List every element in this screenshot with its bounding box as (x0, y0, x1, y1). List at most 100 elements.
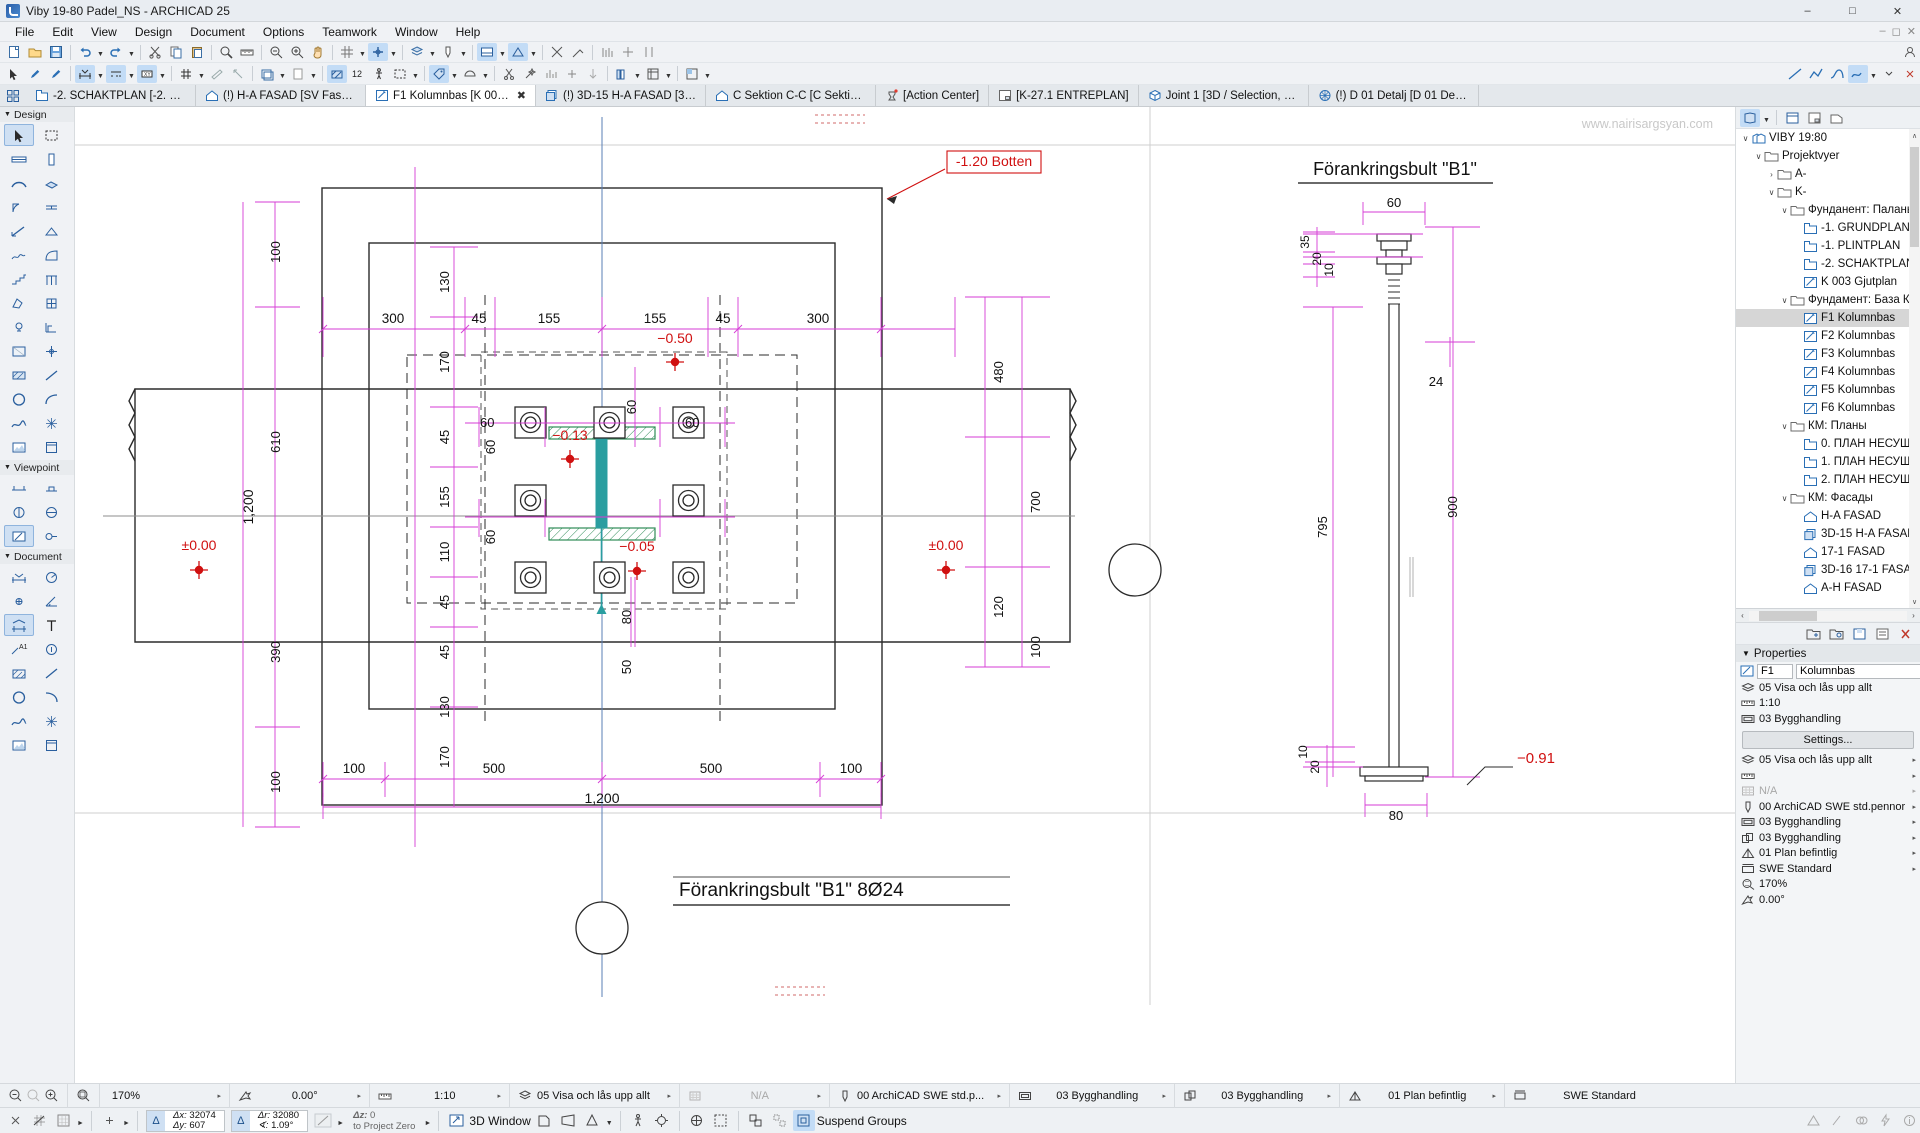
object-tool[interactable] (36, 292, 66, 314)
property-row[interactable]: ▸ (1736, 768, 1920, 784)
property-row[interactable]: 170% (1736, 877, 1920, 893)
chevron-down-icon[interactable]: ∨ (1740, 134, 1751, 143)
tree-item[interactable]: 3D-15 H-A FASAD (1736, 525, 1920, 543)
chart-icon[interactable] (541, 65, 561, 83)
renovation-dropdown-arrow[interactable]: ▼ (529, 43, 538, 61)
property-arrow[interactable]: ▸ (1912, 865, 1916, 873)
tree-item[interactable]: H-A FASAD (1736, 507, 1920, 525)
pen-set-toolbar-icon[interactable] (438, 43, 458, 61)
tree-item[interactable]: A-H FASAD (1736, 579, 1920, 597)
person-scale-icon[interactable] (369, 65, 389, 83)
trim-icon[interactable] (547, 43, 567, 61)
tree-item[interactable]: 2. ПЛАН НЕСУЩИ (1736, 471, 1920, 489)
offset-icon[interactable] (639, 43, 659, 61)
property-row[interactable]: 05 Visa och lås upp allt ▸ (1736, 753, 1920, 769)
label-dropdown-arrow[interactable]: ▼ (450, 65, 459, 83)
menu-help[interactable]: Help (447, 23, 490, 41)
door-tool[interactable] (4, 196, 34, 218)
property-row[interactable]: 1:10 (1736, 696, 1920, 712)
property-arrow[interactable]: ▸ (1912, 849, 1916, 857)
menu-design[interactable]: Design (126, 23, 181, 41)
layer-combination-segment[interactable]: 05 Visa och lås upp allt ▸ (510, 1083, 680, 1108)
circle-tool[interactable] (4, 388, 34, 410)
publisher-icon[interactable] (1826, 109, 1846, 127)
property-row[interactable]: 00 ArchiCAD SWE std.pennor (... ▸ (1736, 799, 1920, 815)
elevation-tool[interactable] (36, 477, 66, 499)
layer-dropdown-arrow[interactable]: ▼ (428, 43, 437, 61)
tree-item[interactable]: 0. ПЛАН НЕСУЩИ (1736, 435, 1920, 453)
elevation-mode-icon[interactable] (312, 1110, 334, 1131)
level-dim-dropdown-arrow[interactable]: ▼ (127, 65, 136, 83)
tree-item[interactable]: F5 Kolumnbas (1736, 381, 1920, 399)
hatch-tool[interactable] (4, 662, 34, 684)
menu-document[interactable]: Document (181, 23, 254, 41)
property-arrow[interactable]: ▸ (1912, 818, 1916, 826)
tab-k271-entreplan[interactable]: [K-27.1 ENTRÉPLAN] (989, 85, 1139, 106)
property-row[interactable]: SWE Standard ▸ (1736, 861, 1920, 877)
library-icon[interactable] (612, 65, 632, 83)
group-icon[interactable] (745, 1110, 767, 1131)
redo-dropdown-arrow[interactable]: ▼ (127, 43, 136, 61)
delete-view-icon[interactable] (1895, 625, 1915, 643)
close-button[interactable]: ✕ (1875, 0, 1920, 22)
palette-header-document[interactable]: ▼ Document (0, 549, 74, 564)
suspend-groups-label[interactable]: Suspend Groups (817, 1114, 907, 1128)
drawing-canvas[interactable]: www.nairisargsyan.com 300 45 155 155 45 … (75, 107, 1735, 1083)
grid-snap-icon[interactable] (28, 1110, 50, 1131)
renovation-arrow[interactable]: ▸ (1492, 1092, 1496, 1100)
tab-3d-15-ha-fasad[interactable]: (!) 3D-15 H-A FASAD [3D-1... (536, 85, 706, 106)
arrow-tool[interactable] (4, 124, 34, 146)
clone-folder-icon[interactable] (1826, 625, 1846, 643)
ungroup-icon[interactable] (769, 1110, 791, 1131)
angle-dimension-tool[interactable] (36, 590, 66, 612)
tree-item[interactable]: F1 Kolumnbas (1736, 309, 1920, 327)
snap-off-icon[interactable] (4, 1110, 26, 1131)
walk-mode-icon[interactable] (627, 1110, 649, 1131)
toolbar-close-icon[interactable] (1900, 65, 1920, 83)
tree-item[interactable]: 17-1 FASAD (1736, 543, 1920, 561)
drawing-doc-tool[interactable] (36, 734, 66, 756)
grid-dropdown-arrow[interactable]: ▼ (358, 43, 367, 61)
level-dimension-tool[interactable] (4, 590, 34, 612)
tree-item[interactable]: ∨ Фундамент: База Кс (1736, 291, 1920, 309)
window-tool[interactable] (36, 196, 66, 218)
text-tool[interactable] (36, 614, 66, 636)
label-tool-icon[interactable] (429, 64, 449, 83)
settings-button[interactable]: Settings... (1742, 730, 1914, 749)
tab-f1-kolumnbas[interactable]: F1 Kolumnbas [K 004 Kolu... ✖ (366, 85, 536, 106)
fill-tool[interactable] (4, 364, 34, 386)
line-doc-tool[interactable] (36, 662, 66, 684)
warning-triangle-icon[interactable] (1802, 1110, 1824, 1131)
polyline-icon[interactable] (1806, 65, 1826, 83)
zoom-out-icon[interactable] (8, 1088, 23, 1103)
graphic-override-arrow[interactable]: ▸ (1327, 1092, 1331, 1100)
minimize-button[interactable]: – (1785, 0, 1830, 22)
mesh-tool[interactable] (4, 244, 34, 266)
tab-joint-1-3d[interactable]: Joint 1 [3D / Selection, Stor... (1138, 85, 1309, 106)
stairmaker-tool[interactable] (36, 316, 66, 338)
palette-icon[interactable] (682, 65, 702, 83)
hotspot-tool[interactable] (36, 340, 66, 362)
beam-icon[interactable] (228, 65, 248, 83)
menu-teamwork[interactable]: Teamwork (313, 23, 386, 41)
column-tool[interactable] (36, 148, 66, 170)
orientation-segment[interactable]: 0.00° ▸ (230, 1083, 370, 1108)
property-row[interactable]: N/A ▸ (1736, 784, 1920, 800)
tree-item[interactable]: F4 Kolumnbas (1736, 363, 1920, 381)
zoom-previous-icon[interactable] (26, 1088, 41, 1103)
coordinate-box-xy[interactable]: Δ Δx: 32074 Δy: 607 (146, 1109, 225, 1132)
chevron-down-icon[interactable]: ∨ (1766, 188, 1777, 197)
view-settings-icon[interactable] (1872, 625, 1892, 643)
renovation-filter-segment[interactable]: 01 Plan befintlig ▸ (1340, 1083, 1505, 1108)
palette-header-viewpoint[interactable]: ▼ Viewpoint (0, 460, 74, 475)
spline-tool[interactable] (4, 412, 34, 434)
tree-item[interactable]: 3D-16 17-1 FASAD (1736, 561, 1920, 579)
navigator-dropdown-arrow[interactable]: ▼ (1762, 109, 1771, 127)
hscroll-right-icon[interactable]: › (1907, 611, 1920, 620)
measure-icon[interactable] (237, 43, 257, 61)
3d-window-label[interactable]: 3D Window (469, 1114, 530, 1128)
hotspot-doc-tool[interactable] (36, 710, 66, 732)
wall-icon[interactable] (207, 65, 227, 83)
property-arrow[interactable]: ▸ (1912, 834, 1916, 842)
menu-options[interactable]: Options (254, 23, 313, 41)
